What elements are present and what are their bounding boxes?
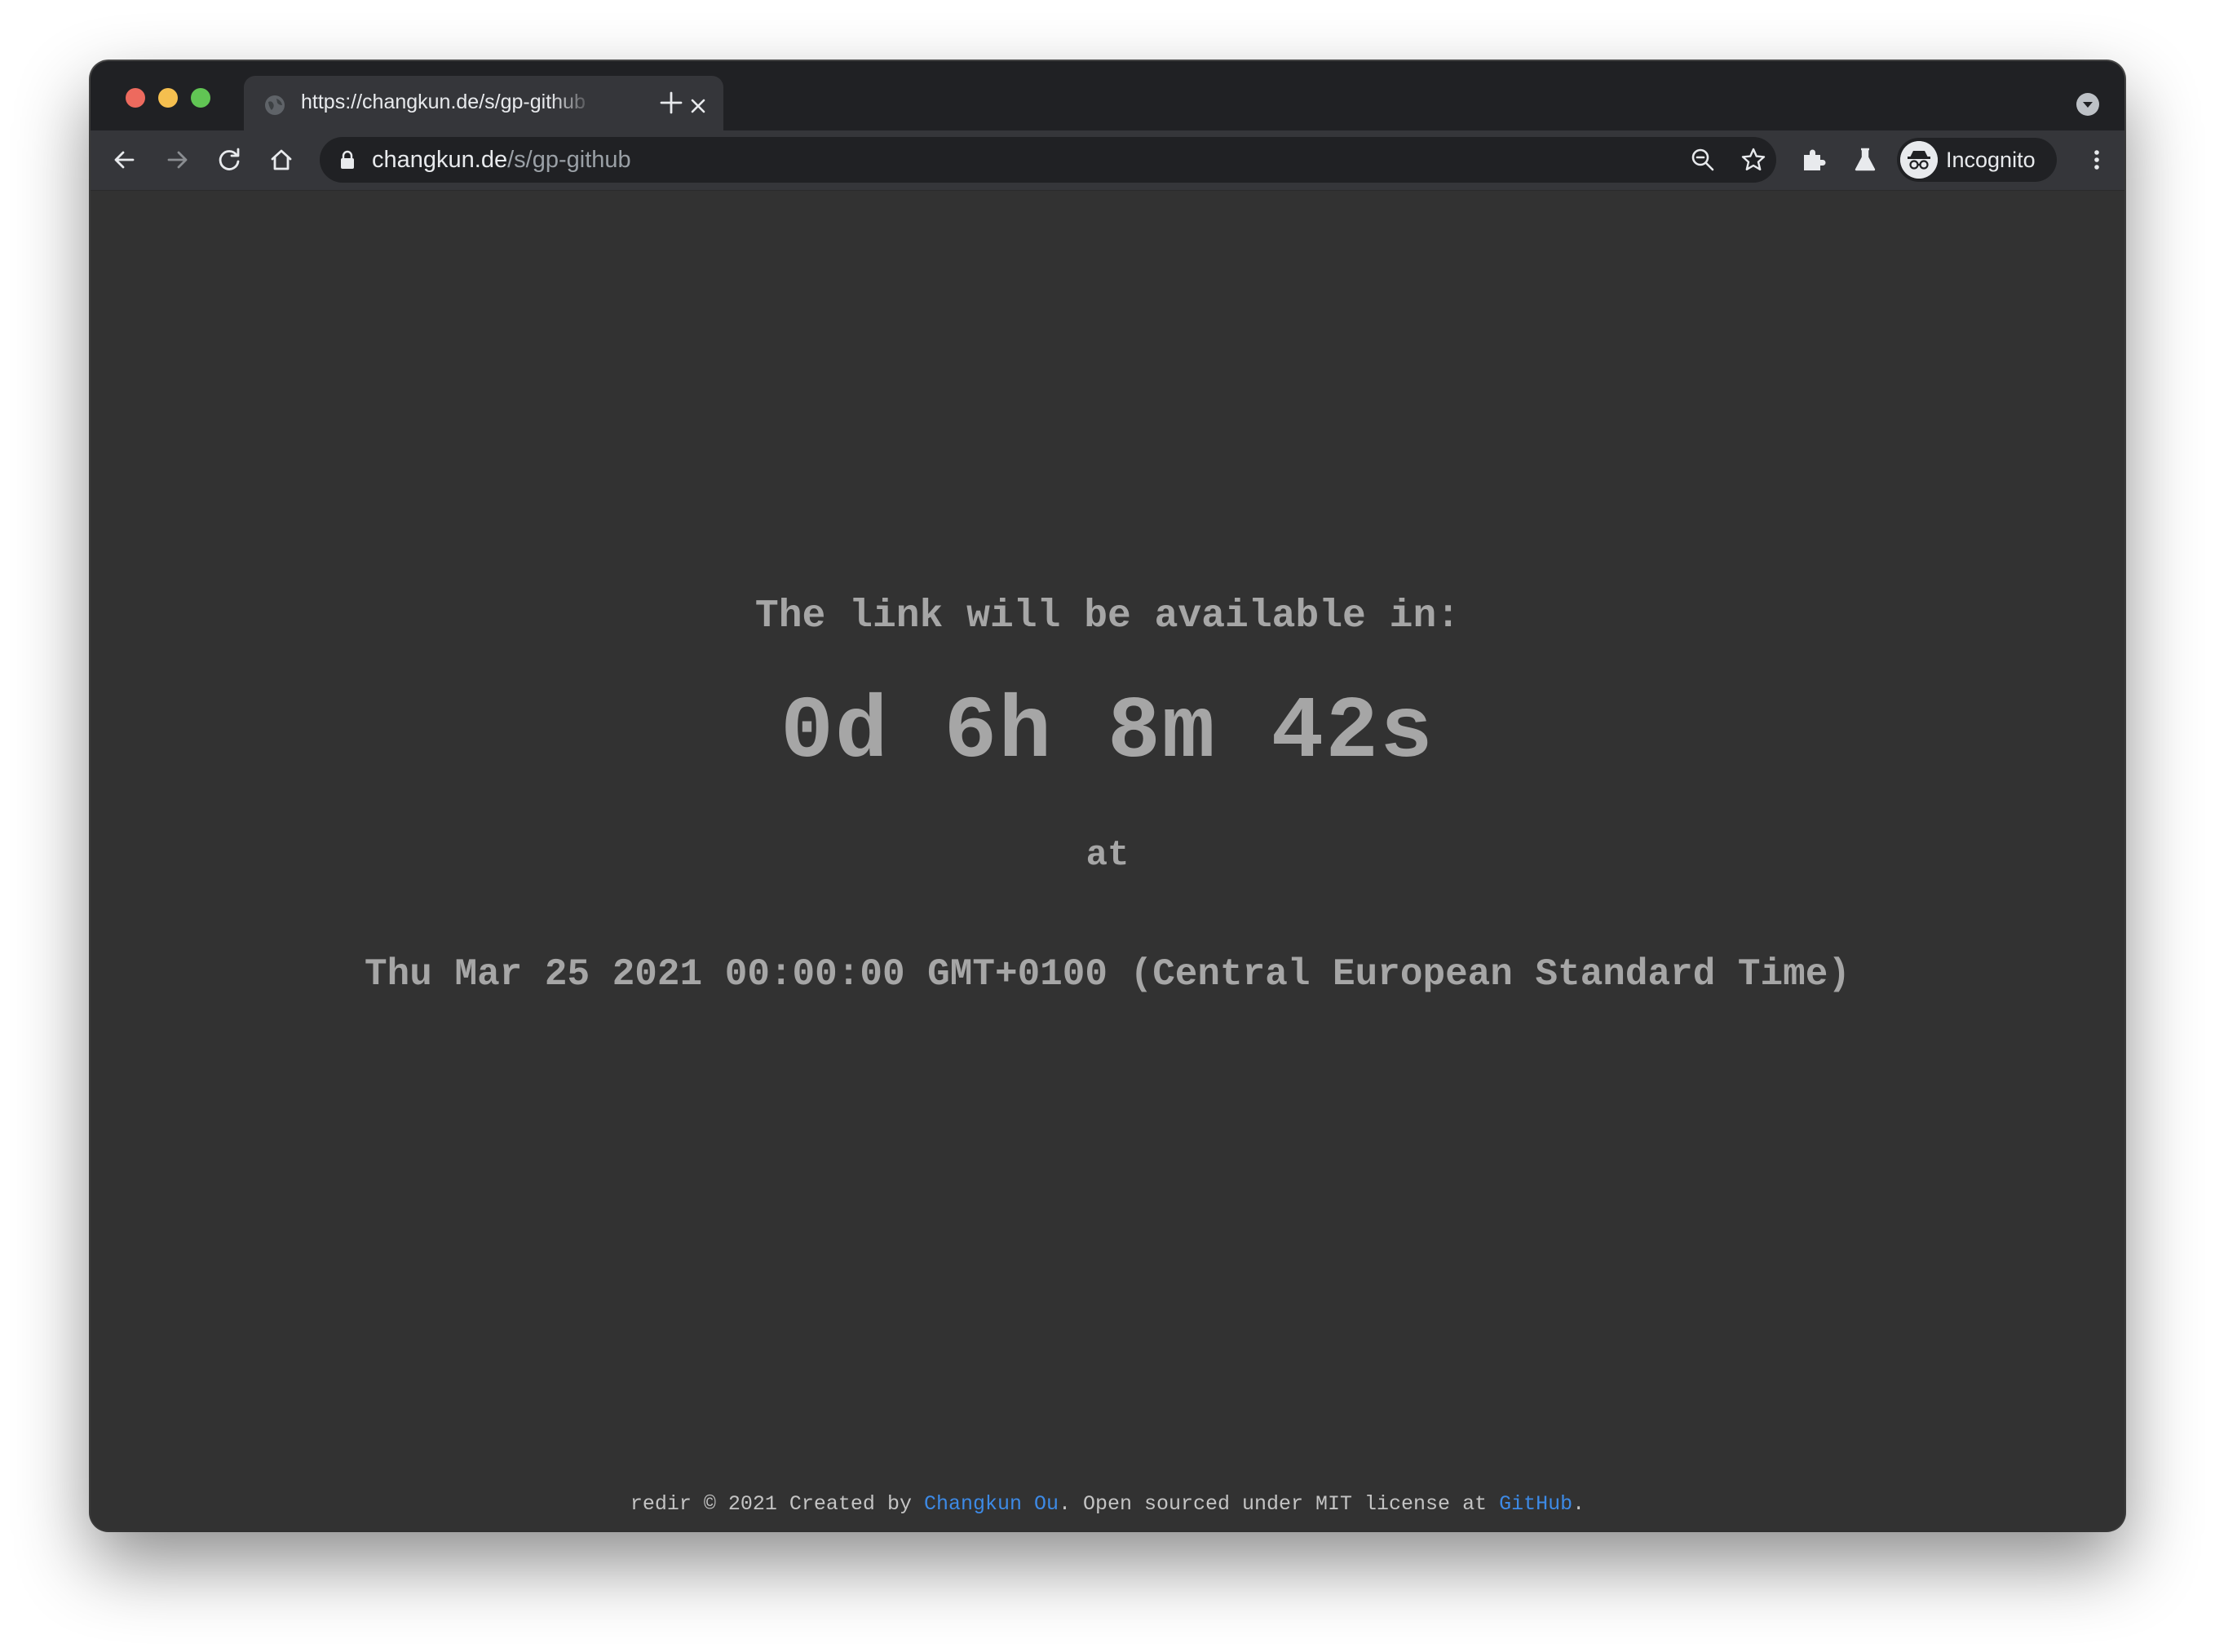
maximize-window-button[interactable] (191, 88, 210, 108)
page-footer: redir © 2021 Created by Changkun Ou. Ope… (91, 1492, 2124, 1516)
tab-strip: https://changkun.de/s/gp-github (91, 61, 2124, 130)
browser-toolbar: changkun.de/s/gp-github Incognito (91, 130, 2124, 191)
forward-arrow-icon[interactable] (162, 145, 192, 174)
url-host: changkun.de (372, 147, 508, 173)
lock-icon[interactable] (339, 150, 356, 170)
footer-middle: . Open sourced under MIT license at (1058, 1492, 1500, 1516)
page-content: The link will be available in: 0d 6h 8m … (91, 191, 2124, 1531)
author-link[interactable]: Changkun Ou (924, 1492, 1059, 1516)
close-window-button[interactable] (126, 88, 145, 108)
globe-icon (265, 95, 285, 115)
close-tab-icon[interactable] (689, 97, 707, 115)
bookmark-star-icon[interactable] (1740, 147, 1766, 173)
zoom-icon[interactable] (1690, 147, 1716, 173)
countdown-timer: 0d 6h 8m 42s (780, 683, 1435, 783)
menu-kebab-icon[interactable] (2082, 145, 2111, 174)
tab-title: https://changkun.de/s/gp-github (301, 91, 586, 113)
at-label: at (1085, 835, 1130, 876)
labs-flask-icon[interactable] (1850, 145, 1880, 174)
minimize-window-button[interactable] (158, 88, 178, 108)
active-tab[interactable]: https://changkun.de/s/gp-github (244, 76, 723, 130)
target-date: Thu Mar 25 2021 00:00:00 GMT+0100 (Centr… (365, 953, 1850, 996)
address-bar[interactable]: changkun.de/s/gp-github (320, 137, 1776, 183)
url-path: /s/gp-github (507, 147, 631, 173)
reload-icon[interactable] (214, 145, 244, 174)
extensions-puzzle-icon[interactable] (1798, 145, 1828, 174)
incognito-label: Incognito (1946, 148, 2036, 172)
incognito-icon (1900, 141, 1938, 179)
browser-window: https://changkun.de/s/gp-github changkun… (91, 61, 2124, 1531)
tab-search-dropdown-icon[interactable] (2075, 91, 2101, 117)
github-link[interactable]: GitHub (1499, 1492, 1572, 1516)
home-icon[interactable] (267, 145, 296, 174)
new-tab-plus-icon[interactable] (659, 91, 683, 115)
url-text[interactable]: changkun.de/s/gp-github (372, 147, 631, 174)
incognito-profile-button[interactable]: Incognito (1897, 138, 2057, 182)
footer-prefix: redir © 2021 Created by (630, 1492, 924, 1516)
availability-headline: The link will be available in: (754, 594, 1461, 638)
back-arrow-icon[interactable] (110, 145, 139, 174)
footer-suffix: . (1572, 1492, 1585, 1516)
